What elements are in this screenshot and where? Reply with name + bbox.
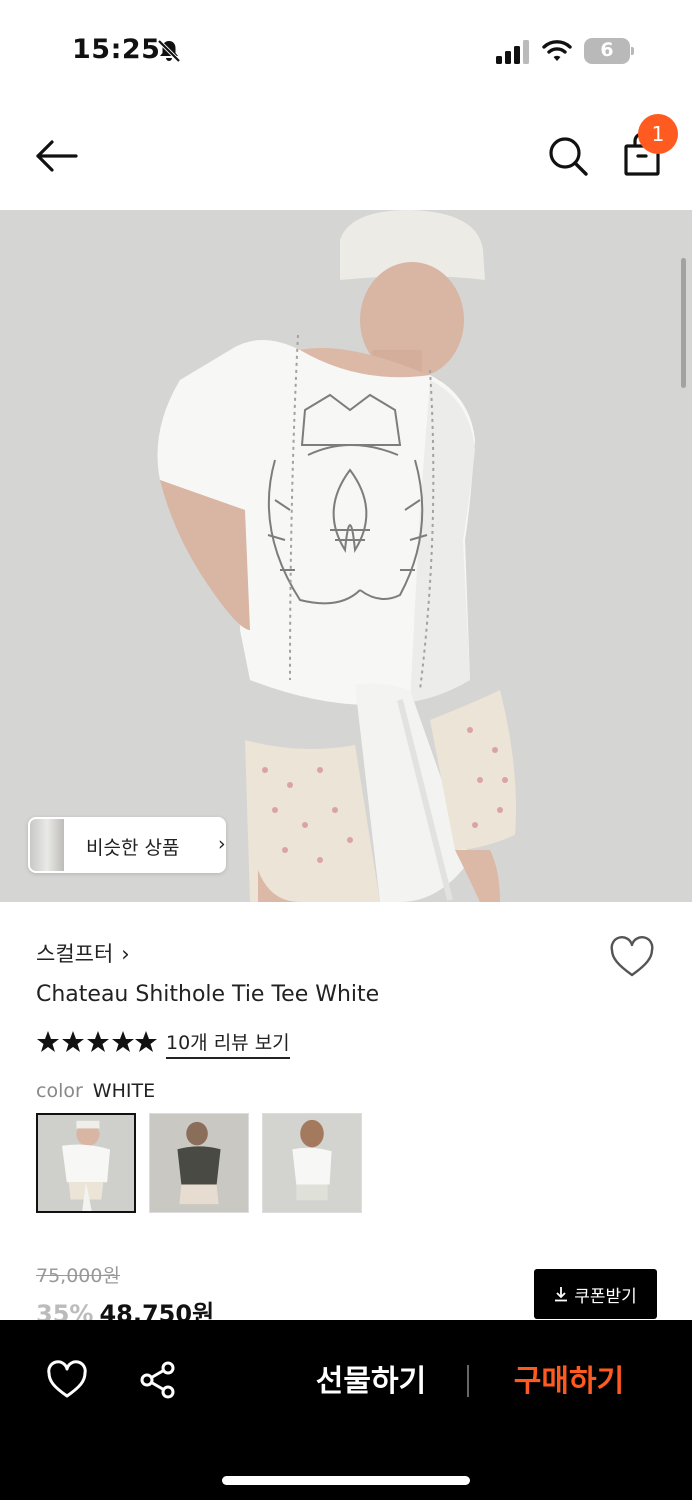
divider	[467, 1365, 469, 1397]
cart-count-badge: 1	[638, 114, 678, 154]
product-title: Chateau Shithole Tie Tee White	[36, 982, 380, 1007]
wifi-icon	[542, 40, 572, 61]
search-icon[interactable]	[544, 132, 592, 180]
color-swatches	[36, 1113, 376, 1215]
review-link[interactable]: 10개 리뷰 보기	[166, 1028, 290, 1059]
bottom-action-bar: 선물하기 구매하기	[0, 1320, 692, 1500]
color-value: WHITE	[92, 1080, 156, 1102]
status-time: 15:25	[72, 34, 161, 65]
chevron-right-icon: ›	[218, 833, 226, 855]
product-image[interactable]: 비슷한 상품 ›	[0, 210, 692, 902]
similar-products-button[interactable]: 비슷한 상품 ›	[28, 817, 226, 873]
gift-button[interactable]: 선물하기	[296, 1358, 446, 1406]
original-price: 75,000원	[36, 1265, 120, 1287]
brand-name: 스컬프터	[36, 942, 114, 966]
image-scroll-indicator	[681, 258, 686, 388]
download-icon	[555, 1287, 568, 1302]
wishlist-heart-icon[interactable]	[608, 934, 656, 982]
share-icon[interactable]	[138, 1360, 178, 1400]
back-arrow-icon[interactable]	[30, 132, 82, 180]
bell-off-icon	[157, 39, 181, 63]
home-indicator[interactable]	[222, 1476, 470, 1485]
color-row: color WHITE	[36, 1080, 155, 1102]
cellular-signal-icon	[496, 40, 529, 64]
buy-button[interactable]: 구매하기	[494, 1358, 644, 1406]
color-label: color	[36, 1080, 83, 1102]
brand-link[interactable]: 스컬프터 ›	[36, 938, 130, 968]
chevron-right-icon: ›	[121, 942, 130, 966]
coupon-button[interactable]: 쿠폰받기	[534, 1269, 657, 1319]
similar-products-thumbnail	[30, 819, 64, 871]
top-nav: 1	[0, 100, 692, 210]
product-photo	[0, 210, 692, 902]
battery-level: 6	[600, 39, 614, 61]
status-bar: 15:25 6	[0, 0, 692, 100]
coupon-label: 쿠폰받기	[574, 1286, 637, 1307]
star-rating-icon	[37, 1031, 157, 1052]
heart-icon[interactable]	[46, 1360, 88, 1400]
swatch-white-alt[interactable]	[262, 1113, 362, 1213]
battery-icon: 6	[584, 38, 634, 64]
similar-products-label: 비슷한 상품	[86, 837, 180, 859]
swatch-charcoal[interactable]	[149, 1113, 249, 1213]
swatch-white[interactable]	[36, 1113, 136, 1213]
